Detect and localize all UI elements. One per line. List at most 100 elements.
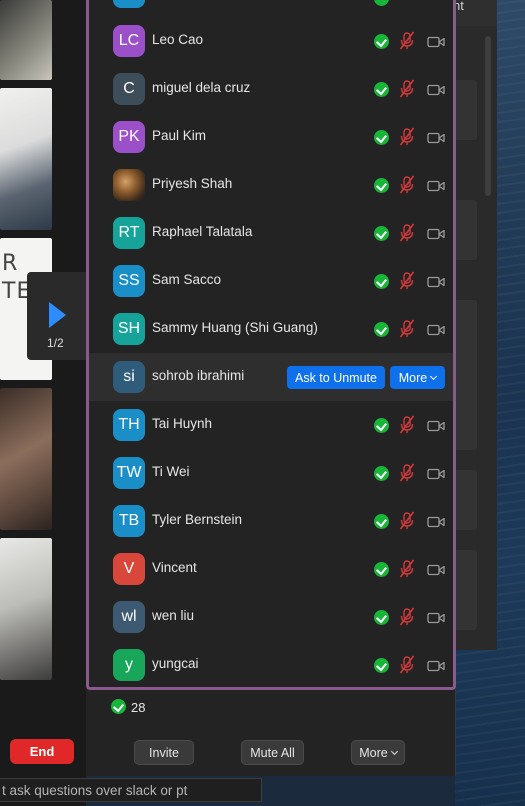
participant-name: wen liu [152, 608, 195, 623]
video-tile[interactable] [0, 88, 52, 230]
chevron-down-icon [430, 372, 438, 380]
muted-mic-icon[interactable] [399, 31, 415, 51]
participant-row[interactable]: SS Sam Sacco [89, 257, 453, 305]
muted-mic-icon[interactable] [399, 223, 415, 243]
video-camera-icon[interactable] [427, 515, 445, 528]
participant-row[interactable]: Cmiguel dela cruz [89, 65, 453, 113]
avatar: SH [113, 313, 145, 345]
muted-mic-icon[interactable] [399, 511, 415, 531]
video-camera-icon[interactable] [427, 83, 445, 96]
muted-mic-icon[interactable] [399, 175, 415, 195]
video-camera-icon[interactable] [427, 419, 445, 432]
participant-name: Vincent [152, 560, 197, 575]
participant-name: Paul Kim [152, 128, 207, 143]
participant-row[interactable]: V Vincent [89, 545, 453, 593]
participant-row[interactable]: LC Leo Cao [89, 17, 453, 65]
participant-row[interactable]: SH Sammy Huang (Shi Guang) [89, 305, 453, 353]
check-icon [374, 466, 389, 481]
avatar: V [113, 553, 145, 585]
avatar: wl [113, 601, 145, 633]
check-icon [374, 418, 389, 433]
check-icon [374, 562, 389, 577]
participant-more-label: More [398, 370, 428, 385]
video-camera-icon[interactable] [427, 611, 445, 624]
check-icon [374, 0, 389, 6]
check-icon [374, 178, 389, 193]
muted-mic-icon[interactable] [399, 607, 415, 627]
participant-row[interactable]: TH Tai Huynh [89, 401, 453, 449]
avatar: TW [113, 457, 145, 489]
check-icon [374, 226, 389, 241]
chevron-down-icon [390, 747, 398, 755]
muted-mic-icon[interactable] [399, 655, 415, 675]
participant-row[interactable]: TW Ti Wei [89, 449, 453, 497]
background-scrollbar [485, 36, 491, 196]
video-tile[interactable] [0, 538, 52, 680]
participant-name: Raphael Talatala [152, 224, 253, 239]
participant-row[interactable]: Priyesh Shah [89, 161, 453, 209]
background-window: nt [453, 0, 497, 650]
video-camera-icon[interactable] [427, 179, 445, 192]
mute-all-button[interactable]: Mute All [241, 740, 304, 765]
avatar: LC [113, 25, 145, 57]
invite-button[interactable]: Invite [134, 740, 194, 765]
background-block [455, 550, 477, 630]
background-block [455, 200, 477, 260]
participant-name: Sammy Huang (Shi Guang) [152, 320, 318, 335]
avatar: y [113, 649, 145, 681]
video-camera-icon[interactable] [427, 467, 445, 480]
check-icon [374, 130, 389, 145]
muted-mic-icon[interactable] [399, 319, 415, 339]
meeting-window: R TES 1/2 End [0, 0, 86, 806]
video-camera-icon[interactable] [427, 563, 445, 576]
gallery-next-page-button[interactable]: 1/2 [27, 272, 86, 360]
participants-panel: LC Leo Cao Cmiguel dela cruz PK Paul Kim Priy… [86, 0, 456, 776]
avatar: SS [113, 265, 145, 297]
avatar [113, 0, 145, 8]
video-camera-icon[interactable] [427, 659, 445, 672]
participant-name: Ti Wei [152, 464, 190, 479]
video-camera-icon[interactable] [427, 275, 445, 288]
avatar: si [113, 361, 145, 393]
check-icon [374, 34, 389, 49]
participant-name: Priyesh Shah [152, 176, 233, 191]
ask-to-unmute-button[interactable]: Ask to Unmute [287, 366, 385, 389]
muted-mic-icon[interactable] [399, 559, 415, 579]
muted-mic-icon[interactable] [399, 415, 415, 435]
avatar: TH [113, 409, 145, 441]
check-icon [374, 274, 389, 289]
participant-row[interactable]: PK Paul Kim [89, 113, 453, 161]
participant-row[interactable]: si sohrob ibrahimi Ask to Unmute More [89, 353, 453, 401]
video-camera-icon[interactable] [427, 227, 445, 240]
background-block [455, 80, 477, 140]
chevron-right-icon [49, 302, 66, 328]
participant-more-button[interactable]: More [390, 366, 445, 389]
video-camera-icon[interactable] [427, 323, 445, 336]
muted-mic-icon[interactable] [399, 127, 415, 147]
participant-row[interactable]: y yungcai [89, 641, 453, 687]
muted-mic-icon[interactable] [399, 463, 415, 483]
participant-name: Tyler Bernstein [152, 512, 243, 527]
gallery-page-indicator: 1/2 [47, 336, 64, 350]
participant-row[interactable]: RT Raphael Talatala [89, 209, 453, 257]
check-icon [374, 658, 389, 673]
participant-row[interactable]: wl wen liu [89, 593, 453, 641]
end-meeting-button[interactable]: End [10, 739, 74, 764]
video-tile[interactable] [0, 388, 52, 530]
video-camera-icon[interactable] [427, 35, 445, 48]
check-icon [374, 610, 389, 625]
chat-input[interactable] [0, 778, 262, 802]
avatar: C [113, 73, 145, 105]
participant-name: Sam Sacco [152, 272, 222, 287]
more-options-button[interactable]: More [351, 740, 405, 765]
muted-mic-icon[interactable] [399, 79, 415, 99]
muted-mic-icon[interactable] [399, 271, 415, 291]
participant-row[interactable]: TB Tyler Bernstein [89, 497, 453, 545]
video-camera-icon[interactable] [427, 131, 445, 144]
participant-name: Tai Huynh [152, 416, 213, 431]
avatar [113, 169, 145, 201]
video-tile[interactable] [0, 0, 52, 80]
more-options-label: More [359, 745, 388, 760]
check-icon [111, 699, 126, 714]
participant-name: Leo Cao [152, 32, 204, 47]
